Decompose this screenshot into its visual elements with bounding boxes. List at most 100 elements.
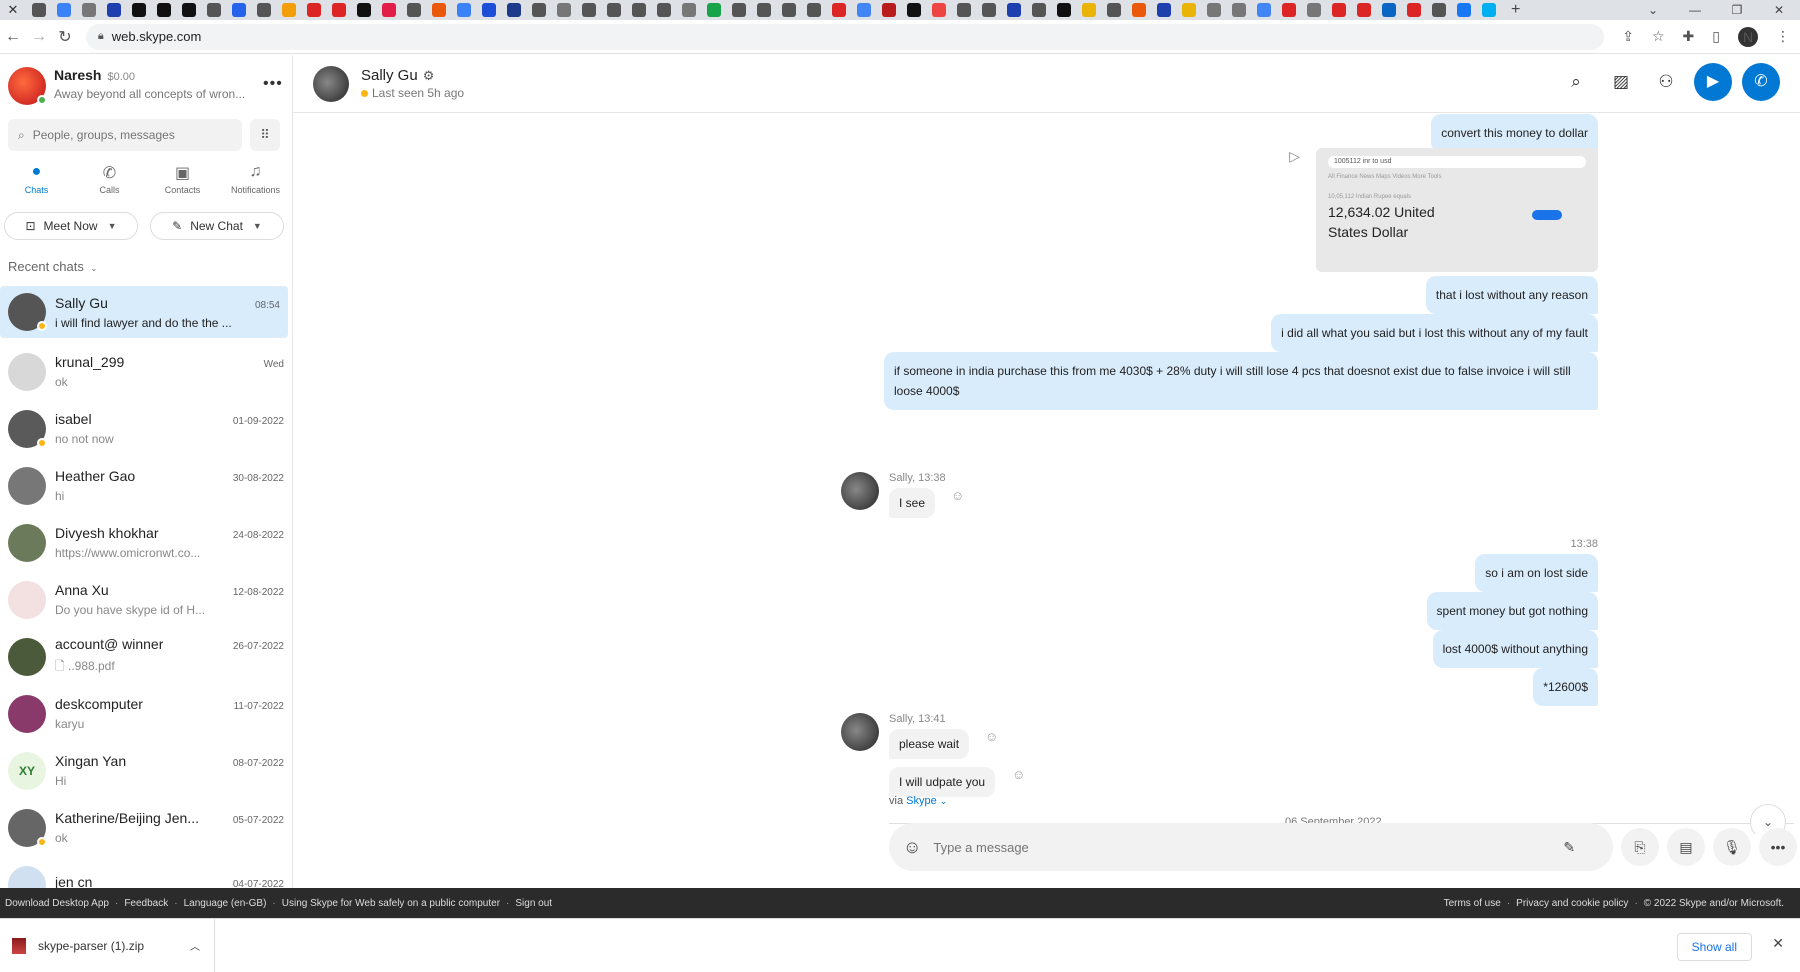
contact-card-icon[interactable]: ▤ [1667, 828, 1705, 866]
tab-favicon-icon[interactable] [1057, 3, 1071, 17]
video-call-button[interactable]: ▶ [1694, 63, 1732, 101]
skype-credit[interactable]: $0.00 [107, 71, 135, 83]
gallery-icon[interactable]: ▨ [1603, 64, 1639, 100]
emoji-icon[interactable]: ☺ [903, 837, 921, 858]
tab-favicon-icon[interactable] [557, 3, 571, 17]
download-item[interactable]: skype-parser (1).zip ︿ [0, 918, 215, 972]
tab-favicon-icon[interactable] [1207, 3, 1221, 17]
incoming-message[interactable]: please wait [889, 729, 970, 759]
tab-favicon-icon[interactable] [882, 3, 896, 17]
chat-list-item[interactable]: Anna Xu 12-08-2022 Do you have skype id of… [0, 571, 292, 628]
sender-avatar[interactable] [841, 713, 879, 751]
footer-link-privacy[interactable]: Privacy and cookie policy [1516, 898, 1628, 909]
footer-link-feedback[interactable]: Feedback [124, 898, 168, 909]
more-options-icon[interactable]: ••• [1759, 828, 1797, 866]
recent-chats-header[interactable]: Recent chats ⌄ [8, 259, 292, 279]
gear-icon[interactable]: ⚙ [423, 68, 435, 83]
close-tab-icon[interactable]: ✕ [6, 2, 20, 18]
side-panel-icon[interactable]: ▯ [1712, 28, 1720, 45]
chat-list-item[interactable]: Sally Gu 08:54 i will find lawyer and do t… [0, 286, 288, 338]
tab-favicon-icon[interactable] [582, 3, 596, 17]
tab-favicon-icon[interactable] [607, 3, 621, 17]
contact-info[interactable]: Sally Gu ⚙ Last seen 5h ago [361, 67, 464, 100]
chevron-up-icon[interactable]: ︿ [190, 938, 200, 953]
tab-favicon-icon[interactable] [932, 3, 946, 17]
footer-link-safety[interactable]: Using Skype for Web safely on a public c… [282, 898, 500, 909]
chat-list-item[interactable]: Divyesh khokhar 24-08-2022 https://www.omi… [0, 514, 292, 571]
message-box[interactable]: ☺ ✎ [889, 823, 1613, 871]
tab-favicon-icon[interactable] [407, 3, 421, 17]
outgoing-message[interactable]: convert this money to dollar [1431, 114, 1598, 152]
tab-favicon-icon[interactable] [457, 3, 471, 17]
tab-favicon-icon[interactable] [1382, 3, 1396, 17]
tab-favicon-icon[interactable] [132, 3, 146, 17]
outgoing-message[interactable]: if someone in india purchase this from m… [884, 352, 1598, 410]
tab-favicon-icon[interactable] [832, 3, 846, 17]
tab-favicon-icon[interactable] [757, 3, 771, 17]
outgoing-message[interactable]: spent money but got nothing [1426, 592, 1598, 630]
microphone-icon[interactable]: 🎙︎ [1713, 828, 1751, 866]
address-bar[interactable]: 🔒︎ web.skype.com [85, 23, 1605, 50]
dialpad-icon[interactable]: ⠿ [250, 119, 280, 151]
footer-link-terms[interactable]: Terms of use [1444, 898, 1501, 909]
tab-favicon-icon[interactable] [1332, 3, 1346, 17]
tab-chats[interactable]: ● Chats [2, 163, 72, 203]
tab-favicon-icon[interactable] [432, 3, 446, 17]
extensions-icon[interactable]: ✚ [1683, 28, 1695, 45]
tab-favicon-icon[interactable] [532, 3, 546, 17]
close-icon[interactable]: ✕ [1772, 935, 1784, 952]
tab-favicon-icon[interactable] [957, 3, 971, 17]
tab-favicon-icon[interactable] [307, 3, 321, 17]
reaction-icon[interactable]: ☺ [951, 488, 964, 503]
tab-favicon-icon[interactable] [357, 3, 371, 17]
reaction-icon[interactable]: ☺ [1012, 767, 1025, 782]
tab-favicon-icon[interactable] [1007, 3, 1021, 17]
tab-favicon-icon[interactable] [1232, 3, 1246, 17]
tab-favicon-icon[interactable] [507, 3, 521, 17]
chat-list-item[interactable]: Heather Gao 30-08-2022 hi [0, 457, 292, 514]
new-tab-button[interactable]: + [1511, 1, 1520, 19]
tab-favicon-icon[interactable] [482, 3, 496, 17]
sender-avatar[interactable] [841, 472, 879, 510]
tab-search-icon[interactable]: ⌄ [1632, 0, 1674, 20]
tab-favicon-icon[interactable] [907, 3, 921, 17]
tab-favicon-icon[interactable] [1107, 3, 1121, 17]
my-profile[interactable]: Naresh $0.00 Away beyond all concepts of … [0, 55, 292, 115]
outgoing-message[interactable]: so i am on lost side [1475, 554, 1598, 592]
reaction-icon[interactable]: ☺ [985, 729, 998, 744]
contact-avatar[interactable] [313, 65, 349, 102]
tab-favicon-icon[interactable] [732, 3, 746, 17]
tab-favicon-icon[interactable] [632, 3, 646, 17]
chat-list-item[interactable]: isabel 01-09-2022 no not now [0, 400, 292, 457]
more-options-icon[interactable]: ••• [263, 75, 283, 93]
reload-icon[interactable]: ↻ [52, 27, 78, 47]
tab-favicon-icon[interactable] [1307, 3, 1321, 17]
tab-favicon-icon[interactable] [232, 3, 246, 17]
tab-favicon-icon[interactable] [32, 3, 46, 17]
tab-favicon-icon[interactable] [1432, 3, 1446, 17]
profile-avatar[interactable]: N [1738, 26, 1758, 47]
tab-favicon-icon[interactable] [107, 3, 121, 17]
lock-icon[interactable]: 🔒︎ [98, 30, 104, 43]
minimize-icon[interactable]: — [1674, 0, 1716, 20]
tab-favicon-icon[interactable] [1032, 3, 1046, 17]
forward-icon[interactable]: ▷ [1289, 148, 1300, 165]
chat-list-item[interactable]: account@ winner 26-07-2022 🗋︎ ..988.pdf [0, 628, 292, 685]
show-all-downloads-button[interactable]: Show all [1676, 933, 1752, 961]
chat-list-item[interactable]: XY Xingan Yan 08-07-2022 Hi [0, 742, 292, 799]
tab-favicon-icon[interactable] [707, 3, 721, 17]
search-box[interactable]: ⌕ [8, 119, 242, 151]
footer-link-download[interactable]: Download Desktop App [5, 898, 109, 909]
outgoing-message[interactable]: *12600$ [1533, 668, 1598, 706]
message-input[interactable] [933, 839, 1554, 855]
audio-call-button[interactable]: ✆ [1742, 63, 1780, 101]
outgoing-message[interactable]: that i lost without any reason [1425, 276, 1598, 314]
chevron-down-icon[interactable]: ⌄ [940, 796, 948, 806]
via-skype-link[interactable]: Skype [906, 795, 937, 807]
file-share-icon[interactable]: ⎘ [1621, 828, 1659, 866]
new-chat-button[interactable]: ✎ New Chat ▼ [150, 212, 284, 240]
tab-favicon-icon[interactable] [1357, 3, 1371, 17]
tab-favicon-icon[interactable] [1482, 3, 1496, 17]
outgoing-message[interactable]: lost 4000$ without anything [1432, 630, 1598, 668]
share-icon[interactable]: ⇪ [1622, 28, 1634, 45]
